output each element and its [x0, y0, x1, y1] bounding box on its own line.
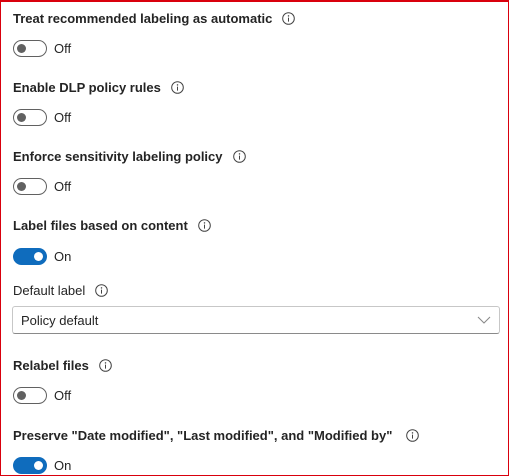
setting-relabel-files: Relabel files	[13, 356, 112, 374]
setting-preserve: Preserve "Date modified", "Last modified…	[13, 426, 420, 444]
setting-title: Default label	[13, 281, 109, 299]
relabel-files-toggle-row: Off	[13, 385, 71, 405]
label-files-state: On	[54, 248, 72, 264]
enable-dlp-toggle[interactable]	[13, 108, 47, 126]
enable-dlp-toggle-row: Off	[13, 107, 71, 127]
info-icon[interactable]	[99, 358, 112, 372]
treat-recommended-toggle[interactable]	[13, 39, 47, 57]
relabel-files-toggle[interactable]	[13, 386, 47, 404]
setting-title: Label files based on content	[13, 216, 211, 234]
default-label-title: Default label	[13, 282, 86, 298]
settings-panel: Treat recommended labeling as automatic …	[0, 0, 509, 476]
toggle-knob	[34, 251, 43, 261]
toggle-knob	[34, 460, 43, 470]
setting-title: Treat recommended labeling as automatic	[13, 9, 296, 27]
relabel-files-state: Off	[54, 387, 72, 403]
label-files-toggle[interactable]	[13, 247, 47, 265]
default-label-value: Policy default	[21, 312, 99, 328]
chevron-down-icon	[477, 315, 491, 325]
treat-recommended-toggle-row: Off	[13, 38, 71, 58]
setting-label-files: Label files based on content	[13, 216, 211, 234]
info-icon[interactable]	[171, 80, 184, 94]
enforce-sensitivity-state: Off	[54, 178, 72, 194]
setting-title: Preserve "Date modified", "Last modified…	[13, 426, 420, 444]
enforce-sensitivity-toggle-row: Off	[13, 176, 71, 196]
toggle-knob	[17, 112, 26, 122]
preserve-title: Preserve "Date modified", "Last modified…	[13, 427, 393, 443]
info-icon[interactable]	[95, 283, 109, 297]
enforce-sensitivity-toggle[interactable]	[13, 177, 47, 195]
setting-title: Relabel files	[13, 356, 112, 374]
info-icon[interactable]	[282, 11, 296, 25]
label-files-title: Label files based on content	[13, 217, 188, 233]
info-icon[interactable]	[406, 428, 420, 442]
relabel-files-title: Relabel files	[13, 357, 89, 373]
preserve-state: On	[54, 457, 72, 473]
toggle-knob	[17, 43, 26, 53]
setting-treat-recommended: Treat recommended labeling as automatic	[13, 9, 296, 27]
enable-dlp-state: Off	[54, 109, 72, 125]
toggle-knob	[17, 181, 26, 191]
preserve-toggle[interactable]	[13, 456, 47, 474]
info-icon[interactable]	[232, 149, 246, 163]
setting-title: Enforce sensitivity labeling policy	[13, 147, 246, 165]
setting-enable-dlp: Enable DLP policy rules	[13, 78, 184, 96]
enforce-sensitivity-title: Enforce sensitivity labeling policy	[13, 148, 223, 164]
info-icon[interactable]	[198, 218, 211, 232]
preserve-toggle-row: On	[13, 455, 71, 475]
toggle-knob	[17, 390, 26, 400]
default-label-dropdown[interactable]: Policy default	[12, 306, 500, 334]
treat-recommended-title: Treat recommended labeling as automatic	[13, 10, 273, 26]
treat-recommended-state: Off	[54, 40, 72, 56]
label-files-toggle-row: On	[13, 246, 71, 266]
setting-title: Enable DLP policy rules	[13, 78, 184, 96]
setting-enforce-sensitivity: Enforce sensitivity labeling policy	[13, 147, 246, 165]
enable-dlp-title: Enable DLP policy rules	[13, 79, 161, 95]
setting-default-label: Default label	[13, 281, 109, 299]
